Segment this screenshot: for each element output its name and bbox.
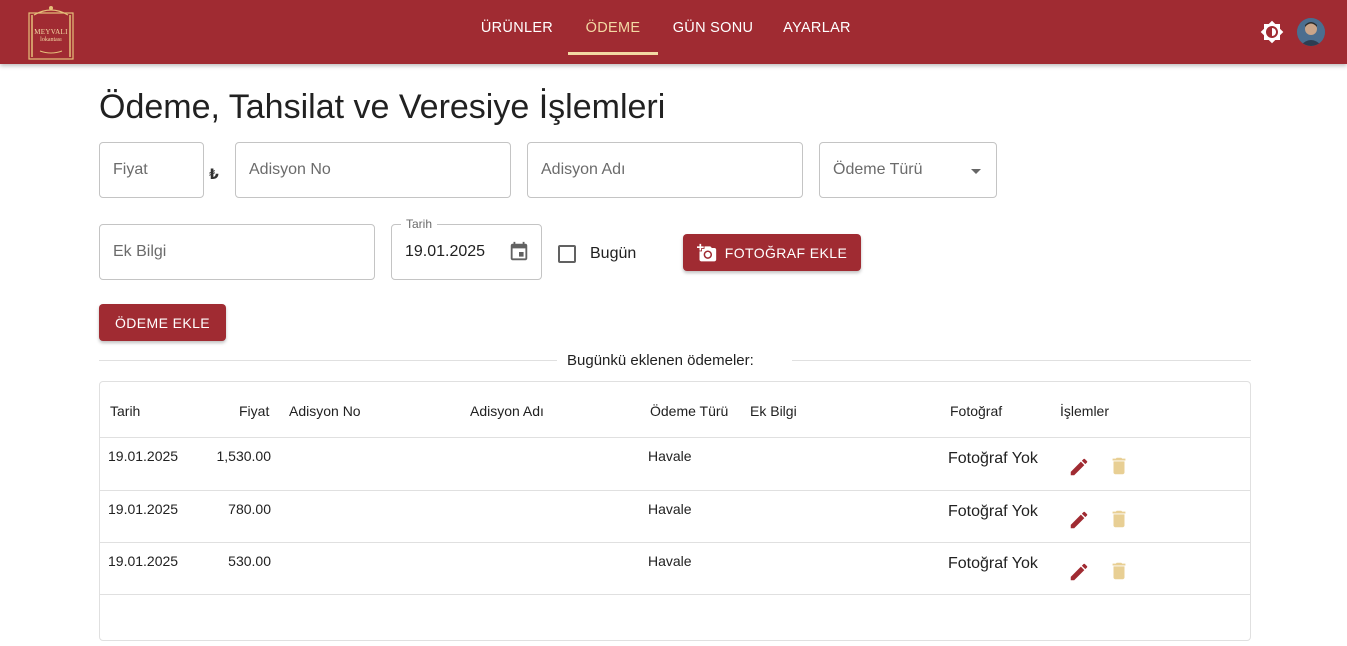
date-value: 19.01.2025	[405, 243, 486, 260]
add-photo-label: FOTOĞRAF EKLE	[724, 244, 848, 261]
payment-type-placeholder: Ödeme Türü	[833, 161, 923, 178]
dropdown-arrow-icon	[971, 169, 981, 174]
nav-item-gun-sonu[interactable]: GÜN SONU	[666, 0, 760, 56]
top-app-bar: MEYVALI lokantası ÜRÜNLER ÖDEME GÜN SONU…	[0, 0, 1347, 64]
edit-icon[interactable]	[1068, 509, 1090, 531]
add-photo-button[interactable]: FOTOĞRAF EKLE	[683, 234, 861, 271]
delete-icon[interactable]	[1108, 560, 1130, 582]
divider-left	[99, 360, 557, 361]
cell-photo: Fotoğraf Yok	[948, 450, 1038, 467]
date-field[interactable]: Tarih 19.01.2025	[391, 217, 542, 280]
cell-date: 19.01.2025	[108, 553, 179, 569]
cell-photo: Fotoğraf Yok	[948, 503, 1038, 520]
cell-date: 19.01.2025	[108, 501, 179, 517]
divider-right	[792, 360, 1251, 361]
cell-payment-type: Havale	[648, 553, 692, 569]
price-field[interactable]: Fiyat	[99, 142, 204, 198]
receipt-no-placeholder: Adisyon No	[249, 161, 331, 178]
nav-item-odeme[interactable]: ÖDEME	[568, 0, 658, 56]
cell-payment-type: Havale	[648, 501, 692, 517]
payment-type-select[interactable]: Ödeme Türü	[819, 142, 997, 198]
header-receipt-no[interactable]: Adisyon No	[289, 403, 361, 419]
calendar-icon[interactable]	[508, 241, 530, 263]
page-title: Ödeme, Tahsilat ve Veresiye İşlemleri	[99, 88, 666, 126]
header-photo[interactable]: Fotoğraf	[950, 403, 1002, 419]
cell-price: 1,530.00	[216, 448, 272, 464]
extra-info-placeholder: Ek Bilgi	[113, 243, 167, 260]
header-payment-type[interactable]: Ödeme Türü	[650, 403, 728, 419]
extra-info-field[interactable]: Ek Bilgi	[99, 224, 375, 280]
main-nav: ÜRÜNLER ÖDEME GÜN SONU AYARLAR	[0, 0, 1347, 64]
cell-price: 780.00	[228, 501, 271, 517]
receipt-name-field[interactable]: Adisyon Adı	[527, 142, 803, 198]
delete-icon[interactable]	[1108, 455, 1130, 477]
header-price[interactable]: Fiyat	[239, 403, 269, 419]
add-payment-button[interactable]: ÖDEME EKLE	[99, 304, 226, 341]
nav-item-urunler[interactable]: ÜRÜNLER	[476, 0, 558, 56]
cell-payment-type: Havale	[648, 448, 692, 464]
cell-price: 530.00	[228, 553, 271, 569]
brightness-icon[interactable]	[1260, 20, 1284, 44]
header-date[interactable]: Tarih	[110, 403, 140, 419]
cell-photo: Fotoğraf Yok	[948, 555, 1038, 572]
active-tab-indicator	[568, 52, 658, 55]
header-receipt-name[interactable]: Adisyon Adı	[470, 403, 544, 419]
table-row-empty	[100, 594, 1250, 646]
delete-icon[interactable]	[1108, 508, 1130, 530]
today-label: Bugün	[590, 245, 637, 262]
today-checkbox[interactable]	[558, 245, 576, 263]
cell-date: 19.01.2025	[108, 448, 179, 464]
payments-table: Tarih Fiyat Adisyon No Adisyon Adı Ödeme…	[99, 381, 1251, 641]
edit-icon[interactable]	[1068, 456, 1090, 478]
add-photo-icon	[696, 243, 716, 261]
nav-item-ayarlar[interactable]: AYARLAR	[776, 0, 858, 56]
section-divider-text: Bugünkü eklenen ödemeler:	[567, 352, 754, 369]
currency-symbol: ₺	[209, 166, 219, 182]
edit-icon[interactable]	[1068, 561, 1090, 583]
table-row: 19.01.2025 1,530.00 Havale Fotoğraf Yok	[100, 437, 1250, 489]
receipt-name-placeholder: Adisyon Adı	[541, 161, 626, 178]
user-avatar[interactable]	[1297, 18, 1325, 46]
header-extra-info[interactable]: Ek Bilgi	[750, 403, 797, 419]
header-actions: İşlemler	[1060, 403, 1110, 419]
receipt-no-field[interactable]: Adisyon No	[235, 142, 511, 198]
price-placeholder: Fiyat	[113, 161, 148, 178]
table-row: 19.01.2025 530.00 Havale Fotoğraf Yok	[100, 542, 1250, 594]
table-row: 19.01.2025 780.00 Havale Fotoğraf Yok	[100, 490, 1250, 542]
